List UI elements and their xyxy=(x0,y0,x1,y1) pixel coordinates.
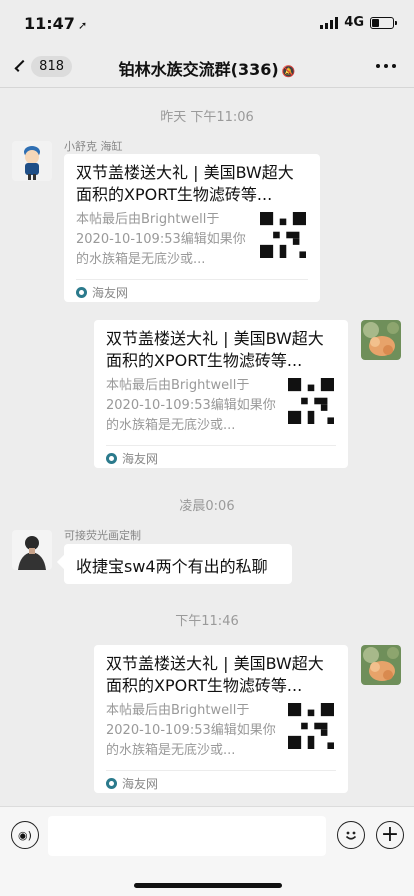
source-app-icon xyxy=(106,453,117,464)
source-label: 海友网 xyxy=(92,286,129,300)
divider xyxy=(106,445,336,446)
divider xyxy=(106,770,336,771)
status-bar: 11:47 ➚ 4G xyxy=(0,0,414,44)
chat-title-text: 铂林水族交流群(336) xyxy=(118,60,279,79)
avatar[interactable] xyxy=(361,645,401,685)
sender-name: 可接荧光画定制 xyxy=(64,529,141,542)
plus-icon: + xyxy=(380,822,400,847)
source-label: 海友网 xyxy=(122,777,159,791)
smile-icon xyxy=(345,831,357,840)
text-message[interactable]: 收捷宝sw4两个有出的私聊 xyxy=(64,544,292,584)
more-options-button[interactable] xyxy=(376,64,396,68)
link-description: 本帖最后由Brightwell于2020-10-109:53编辑如果你的水族箱是… xyxy=(106,703,276,758)
signal-icon xyxy=(320,16,339,29)
source-label: 海友网 xyxy=(122,452,159,466)
link-title: 双节盖楼送大礼 | 美国BW超大面积的XPORT生物滤砖等... xyxy=(76,163,294,204)
mute-icon: 🔕 xyxy=(281,65,296,78)
source-app-icon xyxy=(106,778,117,789)
add-attachment-button[interactable]: + xyxy=(376,821,404,849)
qr-code-icon xyxy=(260,212,306,258)
qr-code-icon xyxy=(288,703,334,749)
home-indicator[interactable] xyxy=(134,883,282,888)
timestamp: 下午11:46 xyxy=(175,614,239,629)
status-time: 11:47 ➚ xyxy=(24,14,87,33)
link-source: 海友网 xyxy=(106,450,158,467)
timestamp: 昨天 下午11:06 xyxy=(160,110,254,125)
location-arrow-icon: ➚ xyxy=(77,19,88,32)
network-type: 4G xyxy=(344,15,364,30)
link-description: 本帖最后由Brightwell于2020-10-109:53编辑如果你的水族箱是… xyxy=(76,212,246,267)
qr-code-icon xyxy=(288,378,334,424)
timestamp: 凌晨0:06 xyxy=(179,499,235,514)
voice-input-button[interactable]: ◉) xyxy=(11,821,39,849)
chat-title: 铂林水族交流群(336) 🔕 xyxy=(0,56,414,80)
message-input[interactable] xyxy=(48,816,326,856)
sender-name: 小舒克 海缸 xyxy=(64,140,123,153)
link-title: 双节盖楼送大礼 | 美国BW超大面积的XPORT生物滤砖等... xyxy=(106,329,324,370)
avatar[interactable] xyxy=(361,320,401,360)
link-card[interactable]: 双节盖楼送大礼 | 美国BW超大面积的XPORT生物滤砖等... 本帖最后由Br… xyxy=(94,320,348,468)
emoji-button[interactable] xyxy=(337,821,365,849)
avatar[interactable] xyxy=(12,530,52,570)
time-label: 11:47 xyxy=(24,14,75,33)
source-app-icon xyxy=(76,287,87,298)
link-card[interactable]: 双节盖楼送大礼 | 美国BW超大面积的XPORT生物滤砖等... 本帖最后由Br… xyxy=(64,154,320,302)
link-title: 双节盖楼送大礼 | 美国BW超大面积的XPORT生物滤砖等... xyxy=(106,654,324,695)
link-description: 本帖最后由Brightwell于2020-10-109:53编辑如果你的水族箱是… xyxy=(106,378,276,433)
avatar[interactable] xyxy=(12,141,52,181)
link-card[interactable]: 双节盖楼送大礼 | 美国BW超大面积的XPORT生物滤砖等... 本帖最后由Br… xyxy=(94,645,348,793)
battery-icon xyxy=(370,16,397,29)
divider xyxy=(76,279,308,280)
voice-icon: ◉) xyxy=(18,828,32,842)
link-source: 海友网 xyxy=(76,284,128,301)
link-source: 海友网 xyxy=(106,775,158,792)
chat-header: 818 铂林水族交流群(336) 🔕 xyxy=(0,44,414,88)
